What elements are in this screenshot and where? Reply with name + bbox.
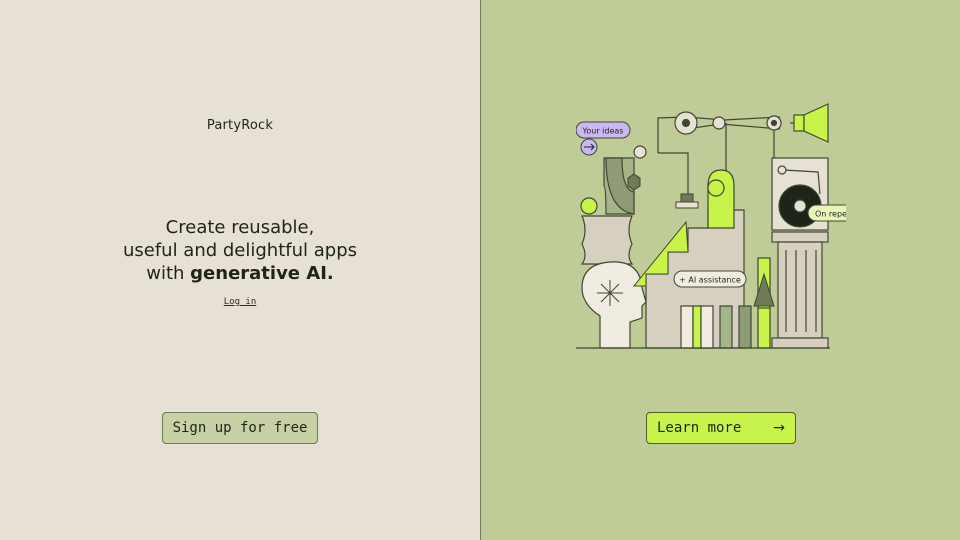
login-link[interactable]: Log in: [0, 297, 480, 307]
triangle-shape: [753, 272, 775, 307]
head-shape: [581, 261, 647, 349]
vase-shape: [580, 215, 634, 265]
learn-more-label: Learn more: [657, 420, 742, 436]
tag-on-repeat: On repeat: [807, 204, 846, 222]
signup-button-label: Sign up for free: [172, 420, 308, 436]
arrow-right-icon: →: [773, 420, 785, 436]
hex-nut: [627, 173, 641, 191]
ball-shape-2: [707, 179, 725, 197]
right-panel: Your ideas + AI assistance On repeat Lea…: [480, 0, 960, 540]
hero-headline: Create reusable, useful and delightful a…: [0, 216, 480, 285]
horn-icon: [793, 103, 829, 143]
left-panel: PartyRock Create reusable, useful and de…: [0, 0, 480, 540]
hero-illustration: Your ideas + AI assistance On repeat: [576, 103, 846, 349]
piano-keys: [680, 305, 771, 349]
tag-ai-assistance-label: + AI assistance: [679, 276, 741, 285]
partyrock-logo[interactable]: PartyRock: [0, 118, 480, 133]
headline-emphasis: generative AI.: [190, 263, 334, 284]
ball-shape: [580, 197, 598, 215]
headline-line-2: useful and delightful apps: [122, 240, 358, 261]
headline-line-3: with generative AI.: [0, 262, 480, 285]
tag-on-repeat-label: On repeat: [815, 210, 846, 219]
headline-line-3-prefix: with: [146, 263, 191, 284]
tag-your-ideas-label: Your ideas: [582, 127, 624, 136]
learn-more-button[interactable]: Learn more →: [646, 412, 796, 444]
weight-shape: [680, 193, 694, 203]
headline-line-1: Create reusable,: [165, 217, 315, 238]
tag-ai-assistance: + AI assistance: [673, 270, 747, 288]
signup-button[interactable]: Sign up for free: [162, 412, 318, 444]
tag-your-ideas: Your ideas: [576, 121, 631, 156]
column-shape: [771, 231, 829, 349]
arch-doorway: [707, 169, 735, 229]
plate-shape: [675, 201, 699, 209]
